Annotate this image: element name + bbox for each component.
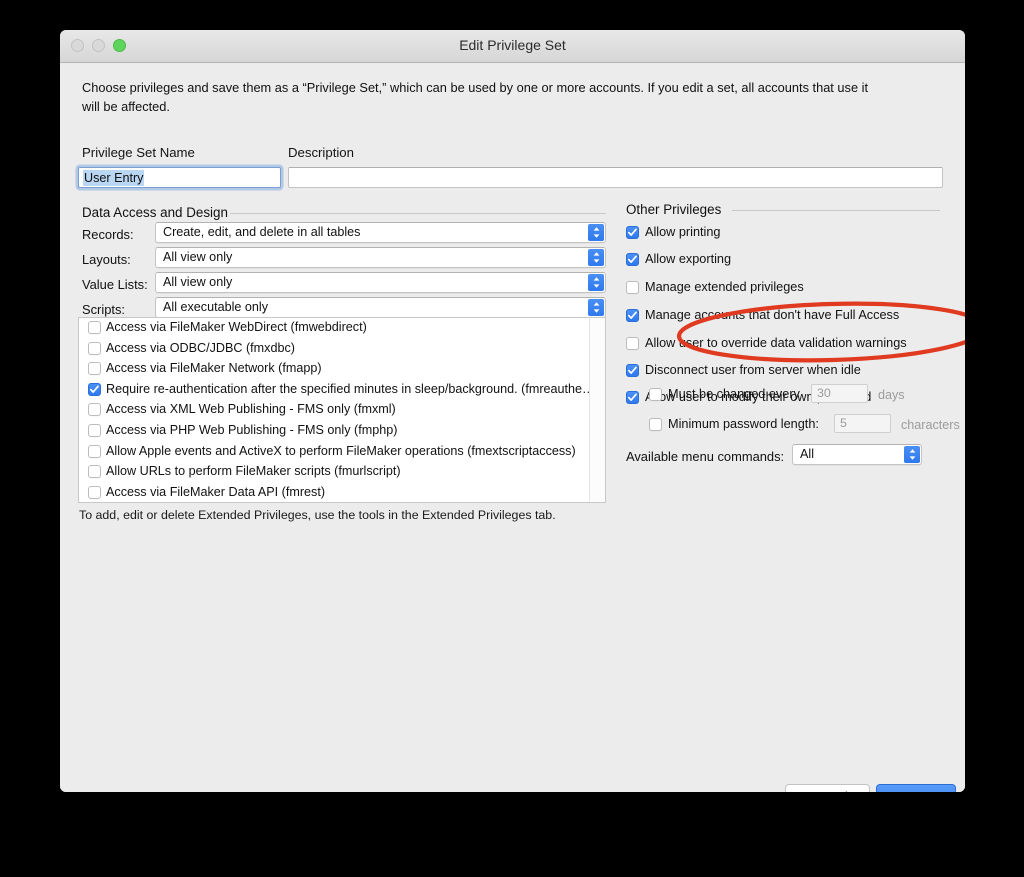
records-select[interactable]: Create, edit, and delete in all tables: [155, 222, 606, 243]
list-item[interactable]: Require re-authentication after the spec…: [79, 380, 590, 401]
extended-privilege-label: Access via FileMaker WebDirect (fmwebdir…: [106, 320, 367, 334]
dialog-content: Choose privileges and save them as a “Pr…: [60, 63, 965, 792]
value-lists-label: Value Lists:: [82, 277, 148, 292]
available-menu-commands-value: All: [800, 447, 814, 461]
other-privilege-checkbox[interactable]: [626, 391, 639, 404]
data-access-divider: [230, 213, 606, 214]
list-item[interactable]: Access via FileMaker Network (fmapp): [79, 359, 590, 380]
list-item[interactable]: Access via FileMaker WebDirect (fmwebdir…: [79, 318, 590, 339]
other-privilege-checkbox[interactable]: [626, 281, 639, 294]
extended-privilege-label: Access via PHP Web Publishing - FMS only…: [106, 422, 398, 437]
extended-privileges-scrollbar[interactable]: [589, 318, 605, 502]
extended-privilege-checkbox[interactable]: [88, 485, 101, 499]
list-item[interactable]: Access via PHP Web Publishing - FMS only…: [79, 421, 590, 442]
extended-privilege-checkbox[interactable]: [88, 423, 101, 437]
privilege-set-name-label: Privilege Set Name: [82, 145, 195, 160]
available-menu-commands-select[interactable]: All: [792, 444, 922, 465]
layouts-select-value: All view only: [163, 250, 233, 264]
password-change-days-unit: days: [878, 388, 905, 402]
extended-privileges-footer-note: To add, edit or delete Extended Privileg…: [79, 508, 556, 522]
extended-privilege-label: Access via FileMaker Network (fmapp): [106, 361, 322, 376]
available-menu-commands-label: Available menu commands:: [626, 449, 785, 464]
window-titlebar[interactable]: Edit Privilege Set: [60, 30, 965, 63]
other-privilege-label: Allow user to override data validation w…: [645, 336, 907, 350]
extended-privileges-list-inner: Access via FileMaker WebDirect (fmwebdir…: [79, 318, 590, 502]
minimum-password-length-label: Minimum password length:: [668, 417, 819, 431]
minimum-password-length-unit: characters: [901, 418, 960, 432]
other-privilege-checkbox[interactable]: [626, 364, 639, 377]
chevron-updown-icon: [588, 274, 604, 291]
other-privilege-label: Manage accounts that don't have Full Acc…: [645, 308, 900, 322]
list-item[interactable]: Access via ODBC/JDBC (fmxdbc): [79, 339, 590, 360]
minimum-password-length-checkbox[interactable]: [649, 418, 662, 431]
extended-privilege-checkbox[interactable]: [88, 362, 101, 376]
edit-privilege-set-window: Edit Privilege Set Choose privileges and…: [60, 30, 965, 792]
other-privilege-checkbox[interactable]: [626, 337, 639, 350]
other-privilege-label: Allow printing: [645, 225, 721, 239]
extended-privilege-label: Require re-authentication after the spec…: [106, 381, 590, 396]
chevron-updown-icon: [904, 446, 920, 463]
password-change-days-input[interactable]: 30: [811, 384, 868, 403]
other-privilege-checkbox[interactable]: [626, 226, 639, 239]
list-item[interactable]: Allow URLs to perform FileMaker scripts …: [79, 462, 590, 483]
window-title: Edit Privilege Set: [459, 37, 566, 53]
extended-privilege-checkbox[interactable]: [88, 444, 101, 458]
layouts-select[interactable]: All view only: [155, 247, 606, 268]
extended-privileges-list[interactable]: Access via FileMaker WebDirect (fmwebdir…: [78, 317, 606, 503]
extended-privilege-checkbox[interactable]: [88, 341, 101, 355]
layouts-label: Layouts:: [82, 252, 131, 267]
privilege-set-name-input[interactable]: User Entry: [78, 167, 281, 188]
scripts-select-value: All executable only: [163, 300, 269, 314]
cancel-button[interactable]: Cancel: [785, 784, 870, 792]
chevron-updown-icon: [588, 224, 604, 241]
other-privileges-divider: [732, 210, 940, 211]
ok-button[interactable]: OK: [876, 784, 956, 792]
must-be-changed-every-checkbox[interactable]: [649, 388, 662, 401]
list-item[interactable]: Access via FileMaker Data API (fmrest): [79, 483, 590, 502]
extended-privilege-checkbox[interactable]: [88, 382, 101, 396]
other-privilege-label: Disconnect user from server when idle: [645, 363, 861, 377]
minimum-password-length-input[interactable]: 5: [834, 414, 891, 433]
scripts-label: Scripts:: [82, 302, 125, 317]
extended-privilege-label: Access via ODBC/JDBC (fmxdbc): [106, 340, 295, 355]
value-lists-select[interactable]: All view only: [155, 272, 606, 293]
extended-privilege-label: Access via FileMaker Data API (fmrest): [106, 484, 326, 499]
description-input[interactable]: [288, 167, 943, 188]
extended-privilege-label: Allow Apple events and ActiveX to perfor…: [106, 443, 576, 458]
chevron-updown-icon: [588, 249, 604, 266]
must-be-changed-every-label: Must be changed every: [668, 387, 800, 401]
annotation-ellipse: [676, 301, 965, 363]
other-privilege-checkbox[interactable]: [626, 253, 639, 266]
value-lists-select-value: All view only: [163, 275, 233, 289]
extended-privilege-checkbox[interactable]: [88, 403, 101, 417]
other-privilege-label: Manage extended privileges: [645, 280, 804, 294]
extended-privilege-label: Access via XML Web Publishing - FMS only…: [106, 402, 396, 417]
other-privilege-label: Allow exporting: [645, 252, 732, 266]
extended-privilege-checkbox[interactable]: [88, 465, 101, 479]
minimum-password-length-value: 5: [840, 416, 847, 430]
records-select-value: Create, edit, and delete in all tables: [163, 225, 361, 239]
privilege-set-name-value: User Entry: [83, 170, 145, 186]
chevron-updown-icon: [588, 299, 604, 316]
data-access-heading: Data Access and Design: [82, 205, 228, 220]
scripts-select[interactable]: All executable only: [155, 297, 606, 318]
other-privileges-heading: Other Privileges: [626, 202, 722, 217]
list-item[interactable]: Access via XML Web Publishing - FMS only…: [79, 400, 590, 421]
other-privilege-checkbox[interactable]: [626, 309, 639, 322]
intro-text: Choose privileges and save them as a “Pr…: [82, 80, 869, 114]
extended-privilege-checkbox[interactable]: [88, 321, 101, 334]
description-label: Description: [288, 145, 354, 160]
password-change-days-value: 30: [817, 386, 831, 400]
extended-privilege-label: Allow URLs to perform FileMaker scripts …: [106, 464, 401, 479]
records-label: Records:: [82, 227, 134, 242]
list-item[interactable]: Allow Apple events and ActiveX to perfor…: [79, 442, 590, 463]
